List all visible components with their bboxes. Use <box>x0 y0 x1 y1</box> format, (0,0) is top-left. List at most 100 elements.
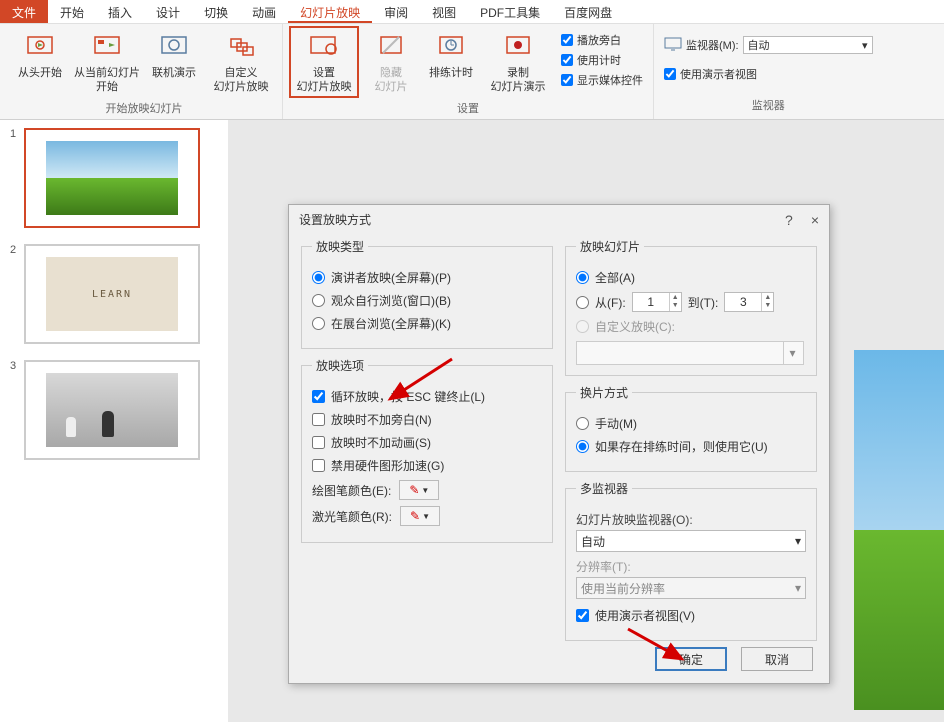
tab-animations[interactable]: 动画 <box>240 0 288 23</box>
cancel-button[interactable]: 取消 <box>741 647 813 671</box>
cb-hw-accel[interactable]: 禁用硬件图形加速(G) <box>312 457 542 474</box>
slide-thumb-1[interactable]: 1 <box>10 128 218 228</box>
label: 使用计时 <box>577 52 621 68</box>
slide-thumbnail-panel[interactable]: 1 2 LEARN 3 <box>0 120 228 722</box>
close-button[interactable]: × <box>811 212 819 228</box>
slide-thumb-2[interactable]: 2 LEARN <box>10 244 218 344</box>
monitor-select[interactable]: 自动▾ <box>743 36 873 54</box>
thumb-image: LEARN <box>46 257 178 331</box>
ribbon: 从头开始 从当前幻灯片 开始 联机演示 自定义 幻灯片放映 开始放映幻灯片 设置… <box>0 24 944 120</box>
use-timings-check[interactable]: 使用计时 <box>561 52 643 68</box>
custom-show-select: ▾ <box>576 341 804 365</box>
checkbox[interactable] <box>312 390 325 403</box>
cb-no-animation[interactable]: 放映时不加动画(S) <box>312 434 542 451</box>
help-button[interactable]: ? <box>785 212 793 228</box>
tab-insert[interactable]: 插入 <box>96 0 144 23</box>
value: 自动 <box>581 533 605 550</box>
chevron-down-icon: ▾ <box>783 342 801 364</box>
rb-custom-show[interactable]: 自定义放映(C): <box>576 318 806 335</box>
setup-slideshow-button[interactable]: 设置 幻灯片放映 <box>289 26 359 98</box>
label: 自定义 幻灯片放映 <box>214 66 269 94</box>
tab-review[interactable]: 审阅 <box>372 0 420 23</box>
show-media-controls-check[interactable]: 显示媒体控件 <box>561 72 643 88</box>
label: 禁用硬件图形加速(G) <box>331 457 444 474</box>
tab-bar: 文件 开始 插入 设计 切换 动画 幻灯片放映 审阅 视图 PDF工具集 百度网… <box>0 0 944 24</box>
rehearse-timing-button[interactable]: 排练计时 <box>423 26 479 84</box>
resolution-select: 使用当前分辨率▾ <box>576 577 806 599</box>
spin-arrows[interactable]: ▲▼ <box>761 293 773 311</box>
show-options-group: 放映选项 循环放映，按 ESC 键终止(L) 放映时不加旁白(N) 放映时不加动… <box>301 357 553 543</box>
spin-arrows[interactable]: ▲▼ <box>669 293 681 311</box>
rb-browsed[interactable]: 观众自行浏览(窗口)(B) <box>312 292 542 309</box>
rb-kiosk[interactable]: 在展台浏览(全屏幕)(K) <box>312 315 542 332</box>
tab-baidu[interactable]: 百度网盘 <box>552 0 624 23</box>
play-narration-check[interactable]: 播放旁白 <box>561 32 643 48</box>
checkbox[interactable] <box>576 609 589 622</box>
value: 自动 <box>748 37 770 53</box>
present-online-button[interactable]: 联机演示 <box>146 26 202 84</box>
laser-color-picker[interactable]: ✎▼ <box>400 506 440 526</box>
checkbox[interactable] <box>312 459 325 472</box>
cb-presenter-view[interactable]: 使用演示者视图(V) <box>576 607 806 624</box>
record-slideshow-button[interactable]: 录制 幻灯片演示 <box>483 26 553 98</box>
checkbox[interactable] <box>664 68 676 80</box>
radio[interactable] <box>312 317 325 330</box>
from-current-button[interactable]: 从当前幻灯片 开始 <box>72 26 142 98</box>
checkbox[interactable] <box>561 74 573 86</box>
rb-from-radio[interactable] <box>576 296 589 309</box>
radio[interactable] <box>312 294 325 307</box>
radio[interactable] <box>312 271 325 284</box>
label: 从当前幻灯片 开始 <box>74 66 140 94</box>
checkbox[interactable] <box>312 413 325 426</box>
rb-manual[interactable]: 手动(M) <box>576 415 806 432</box>
to-spinner[interactable]: 3▲▼ <box>724 292 774 312</box>
legend: 多监视器 <box>576 480 632 497</box>
from-beginning-button[interactable]: 从头开始 <box>12 26 68 84</box>
tab-design[interactable]: 设计 <box>144 0 192 23</box>
checkbox[interactable] <box>312 436 325 449</box>
presenter-view-check[interactable]: 使用演示者视图 <box>660 66 877 82</box>
checkbox[interactable] <box>561 34 573 46</box>
dialog-titlebar[interactable]: 设置放映方式 ? × <box>289 205 829 234</box>
custom-slideshow-button[interactable]: 自定义 幻灯片放映 <box>206 26 276 98</box>
slide-thumb-3[interactable]: 3 <box>10 360 218 460</box>
legend: 放映幻灯片 <box>576 238 644 255</box>
monitor-select[interactable]: 自动▾ <box>576 530 806 552</box>
radio[interactable] <box>576 271 589 284</box>
cb-loop[interactable]: 循环放映，按 ESC 键终止(L) <box>312 388 542 405</box>
checkbox[interactable] <box>561 54 573 66</box>
pen-color-label: 绘图笔颜色(E): <box>312 482 391 499</box>
dialog-title: 设置放映方式 <box>299 211 371 228</box>
hide-slide-button[interactable]: 隐藏 幻灯片 <box>363 26 419 98</box>
group-label: 开始放映幻灯片 <box>106 98 183 120</box>
radio[interactable] <box>576 417 589 430</box>
radio <box>576 320 589 333</box>
cb-no-narration[interactable]: 放映时不加旁白(N) <box>312 411 542 428</box>
tab-pdf[interactable]: PDF工具集 <box>468 0 552 23</box>
current-slide-preview <box>854 350 944 710</box>
radio[interactable] <box>576 440 589 453</box>
tab-home[interactable]: 开始 <box>48 0 96 23</box>
tab-view[interactable]: 视图 <box>420 0 468 23</box>
from-spinner[interactable]: 1▲▼ <box>632 292 682 312</box>
rb-timings[interactable]: 如果存在排练时间，则使用它(U) <box>576 438 806 455</box>
label: 设置 幻灯片放映 <box>297 66 352 94</box>
rb-all[interactable]: 全部(A) <box>576 269 806 286</box>
label: 放映时不加动画(S) <box>331 434 431 451</box>
setup-checks: 播放旁白 使用计时 显示媒体控件 <box>557 26 647 94</box>
custom-show-icon <box>225 30 257 62</box>
slide-number: 3 <box>10 360 24 372</box>
tab-slideshow[interactable]: 幻灯片放映 <box>288 0 372 23</box>
label: 从头开始 <box>18 66 62 80</box>
tab-file[interactable]: 文件 <box>0 0 48 23</box>
chevron-down-icon: ▼ <box>421 486 429 495</box>
setup-icon <box>308 30 340 62</box>
ok-button[interactable]: 确定 <box>655 647 727 671</box>
rb-speaker[interactable]: 演讲者放映(全屏幕)(P) <box>312 269 542 286</box>
tab-transitions[interactable]: 切换 <box>192 0 240 23</box>
laser-color-label: 激光笔颜色(R): <box>312 508 392 525</box>
pen-color-picker[interactable]: ✎▼ <box>399 480 439 500</box>
label: 使用演示者视图(V) <box>595 607 695 624</box>
clock-icon <box>435 30 467 62</box>
label: 播放旁白 <box>577 32 621 48</box>
